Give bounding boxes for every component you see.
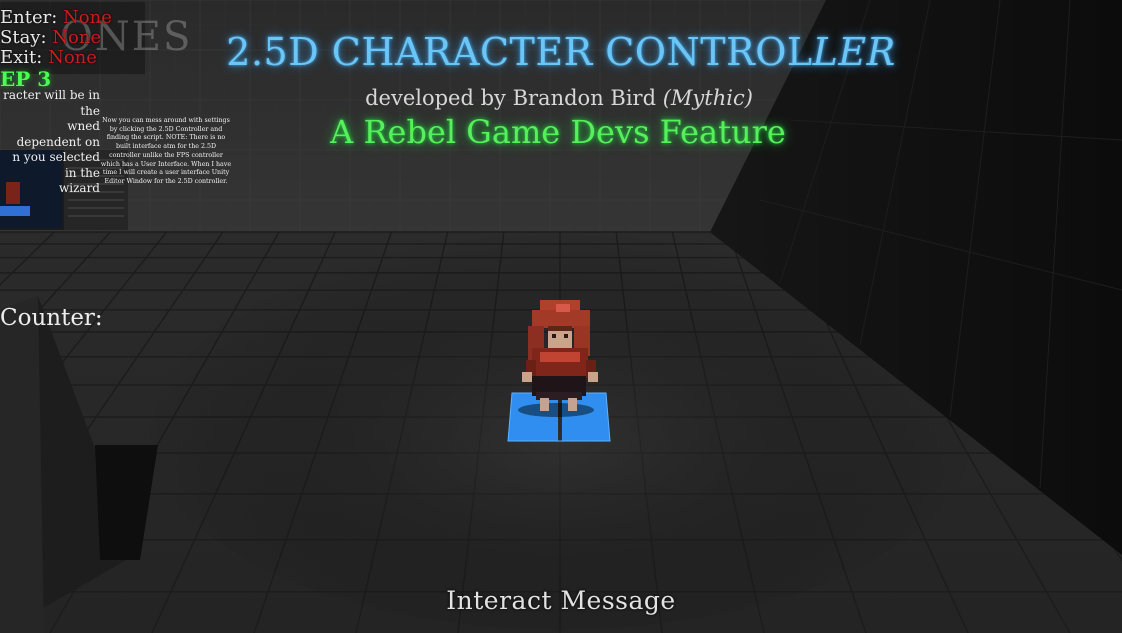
enter-label: Enter: bbox=[0, 7, 58, 28]
game-title-main: 2.5D CHARACTER CONTROL bbox=[226, 30, 813, 74]
counter-label: Counter: bbox=[0, 305, 103, 331]
game-title: 2.5D CHARACTER CONTROLLER bbox=[0, 30, 1122, 74]
byline-alias: (Mythic) bbox=[662, 86, 753, 110]
feature-subtitle: A Rebel Game Devs Feature bbox=[330, 113, 786, 151]
enter-value: None bbox=[63, 7, 112, 28]
left-pillar-front bbox=[0, 296, 44, 633]
enter-status: Enter: None bbox=[0, 8, 112, 28]
interact-message: Interact Message bbox=[446, 586, 676, 615]
developer-byline: developed by Brandon Bird (Mythic) bbox=[0, 86, 1118, 110]
game-title-italic: LER bbox=[812, 30, 896, 74]
byline-prefix: developed by Brandon Bird bbox=[365, 86, 663, 110]
